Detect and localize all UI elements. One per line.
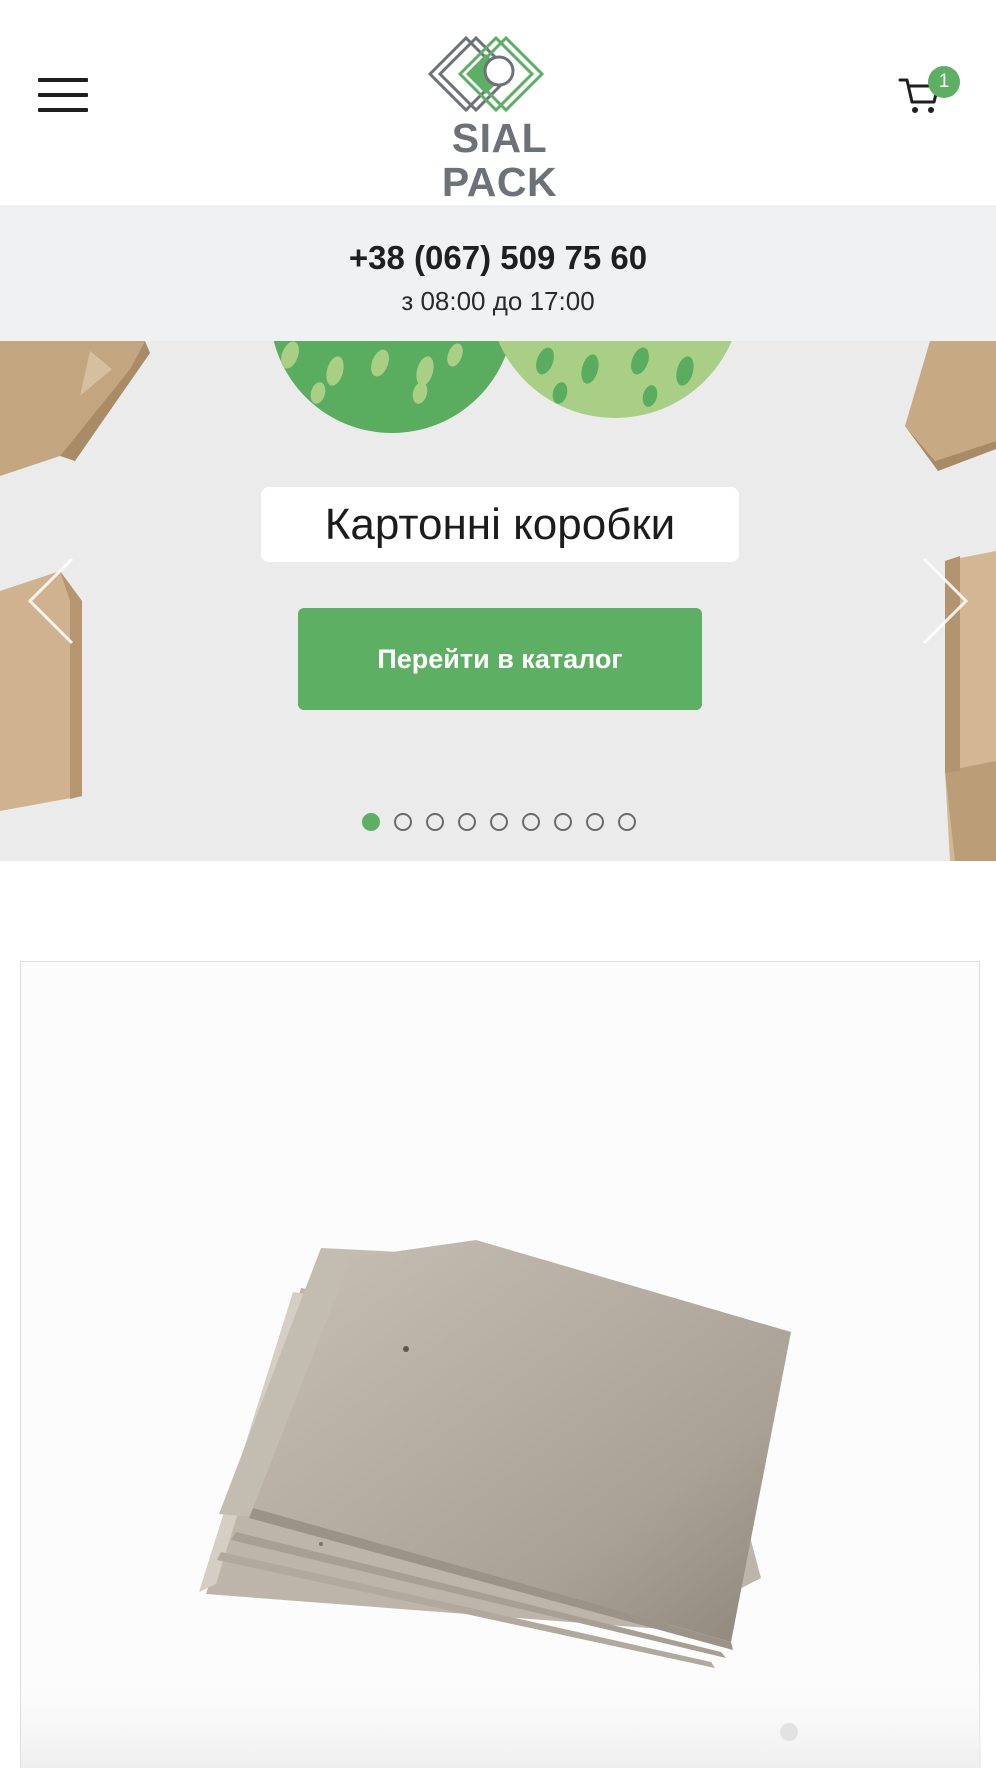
chevron-left-icon[interactable]	[20, 551, 80, 651]
slider-dot[interactable]	[362, 813, 380, 831]
slide-title: Картонні коробки	[261, 487, 739, 562]
hero-slider: Картонні коробки Перейти в каталог	[0, 341, 996, 861]
working-hours: з 08:00 до 17:00	[401, 286, 595, 316]
contact-bar: +38 (067) 509 75 60 з 08:00 до 17:00	[0, 205, 996, 341]
slider-dot[interactable]	[458, 813, 476, 831]
slider-dot[interactable]	[618, 813, 636, 831]
go-to-catalog-button[interactable]: Перейти в каталог	[298, 608, 702, 710]
hamburger-menu-icon[interactable]	[38, 78, 90, 114]
slider-dot[interactable]	[586, 813, 604, 831]
site-header: SIAL PACK 1	[0, 0, 996, 205]
logo-mark-icon	[427, 35, 545, 113]
logo-text: SIAL PACK	[441, 115, 558, 205]
slider-dot[interactable]	[394, 813, 412, 831]
slider-dot[interactable]	[554, 813, 572, 831]
product-card[interactable]	[20, 961, 981, 1768]
logo[interactable]: SIAL PACK	[398, 34, 601, 204]
chevron-right-icon[interactable]	[916, 551, 976, 651]
slider-dot[interactable]	[426, 813, 444, 831]
slider-dot[interactable]	[522, 813, 540, 831]
slide-background-image	[0, 341, 996, 861]
cart-count-badge[interactable]: 1	[928, 66, 960, 98]
phone-number[interactable]: +38 (067) 509 75 60	[0, 238, 996, 278]
slider-dot[interactable]	[490, 813, 508, 831]
cardboard-sheets-image	[21, 1240, 981, 1768]
